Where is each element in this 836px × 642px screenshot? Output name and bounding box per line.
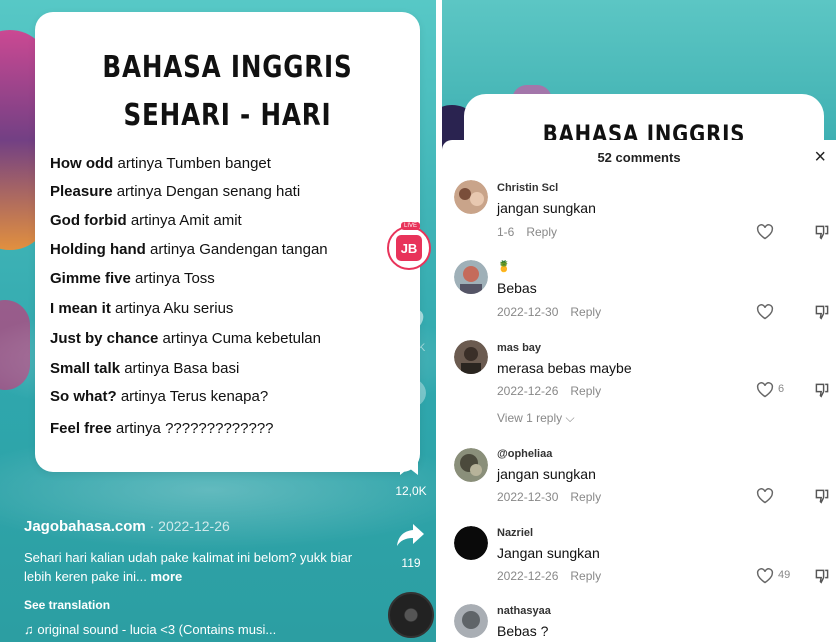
bookmark-count: 12,0K [395,484,427,498]
reply-button[interactable]: Reply [570,490,601,504]
comment-username[interactable]: Nazriel [497,527,533,539]
card-title-line1: BAHASA INGGRIS [102,50,353,85]
share-count: 119 [401,556,421,570]
phrase-row: Just by chance artinya Cuma kebetulan [50,330,321,347]
phrase-row: Feel free artinya ????????????? [50,420,274,437]
heart-icon[interactable] [756,304,774,320]
heart-icon[interactable] [756,488,774,504]
post-author[interactable]: Jagobahasa.com · 2022-12-26 [24,518,230,535]
avatar[interactable] [454,180,488,214]
dislike-icon[interactable] [814,382,830,398]
avatar[interactable] [454,526,488,560]
comment-username[interactable]: @opheliaa [497,448,552,460]
sound-row[interactable]: ♫ original sound - lucia <3 (Contains mu… [24,622,276,637]
comment-meta: 2022-12-30 Reply [497,305,601,319]
live-avatar-button[interactable]: LIVE JB [387,222,431,270]
comment-username[interactable]: Christin Scl [497,182,558,194]
reply-button[interactable]: Reply [570,569,601,583]
comment-text: Jangan sungkan [497,545,600,561]
sound-label[interactable]: original sound - lucia <3 (Contains musi… [37,622,276,637]
phrase-row: I mean it artinya Aku serius [50,300,234,317]
comments-count-title: 52 comments [597,150,681,165]
avatar[interactable] [454,604,488,638]
comment-date: 2022-12-30 [497,305,559,319]
comment-username[interactable]: 🍍 [497,260,511,273]
author-name[interactable]: Jagobahasa.com [24,518,146,535]
music-disc-icon[interactable] [388,592,434,638]
reply-button[interactable]: Reply [570,384,601,398]
comments-panel: BAHASA INGGRIS 52 comments × Christin Sc… [442,0,836,642]
comment-meta: 2022-12-26 Reply [497,569,601,583]
dislike-icon[interactable] [814,568,830,584]
avatar[interactable] [454,448,488,482]
video-panel[interactable]: BAHASA INGGRIS SEHARI - HARI How odd art… [0,0,436,642]
card-title-line2: SEHARI - HARI [123,98,332,133]
phrase-row: Small talk artinya Basa basi [50,360,240,377]
lesson-card: BAHASA INGGRIS SEHARI - HARI How odd art… [35,12,420,472]
close-icon[interactable]: × [814,146,826,169]
phrase-row: Holding hand artinya Gandengan tangan [50,241,328,258]
dislike-icon[interactable] [814,304,830,320]
live-tag: LIVE [401,222,421,230]
music-note-icon: ♫ [24,622,34,637]
share-arrow-icon[interactable] [396,522,426,548]
comment-text: jangan sungkan [497,200,596,216]
phrase-row: How odd artinya Tumben banget [50,155,271,172]
comment-text: Bebas [497,280,537,296]
comment-date: 1-6 [497,225,515,239]
profile-initials: JB [396,235,422,261]
comment-bubble-icon[interactable] [392,378,426,408]
post-caption: Sehari hari kalian udah pake kalimat ini… [24,548,354,586]
comment-username[interactable]: mas bay [497,342,541,354]
like-heart-icon[interactable] [390,300,430,340]
comment-text: merasa bebas maybe [497,360,632,376]
like-count: 49 [778,569,791,581]
comment-username[interactable]: nathasyaa [497,605,551,617]
comment-text: Bebas ? [497,623,549,639]
comment-meta: 2022-12-26 Reply [497,384,601,398]
comment-date: 2022-12-30 [497,490,559,504]
phrase-row: Pleasure artinya Dengan senang hati [50,183,301,200]
comments-sheet: 52 comments × Christin Scl jangan sungka… [442,140,836,642]
post-date: · 2022-12-26 [145,518,230,534]
phrase-row: So what? artinya Terus kenapa? [50,388,269,405]
avatar[interactable] [454,260,488,294]
dislike-icon[interactable] [814,488,830,504]
comment-count: 52 [404,412,418,424]
comment-text: jangan sungkan [497,466,596,482]
dislike-icon[interactable] [814,224,830,240]
see-translation-link[interactable]: See translation [24,598,110,612]
comment-date: 2022-12-26 [497,384,559,398]
heart-icon[interactable] [756,224,774,240]
comment-meta: 2022-12-30 Reply [497,490,601,504]
avatar[interactable] [454,340,488,374]
like-count: 6 [778,383,785,395]
screenshot-root: BAHASA INGGRIS SEHARI - HARI How odd art… [0,0,836,642]
comment-date: 2022-12-26 [497,569,559,583]
reply-button[interactable]: Reply [526,225,557,239]
view-replies-link[interactable]: View 1 reply ⌵ [497,411,575,426]
more-link[interactable]: more [147,569,182,584]
heart-icon[interactable] [756,568,774,584]
phrase-row: Gimme five artinya Toss [50,270,215,287]
bookmark-icon[interactable] [398,448,420,476]
phrase-row: God forbid artinya Amit amit [50,212,242,229]
reply-button[interactable]: Reply [570,305,601,319]
comment-meta: 1-6 Reply [497,225,557,239]
heart-icon[interactable] [756,382,774,398]
caption-text: Sehari hari kalian udah pake kalimat ini… [24,550,353,584]
like-count: 32,3K [396,342,426,354]
